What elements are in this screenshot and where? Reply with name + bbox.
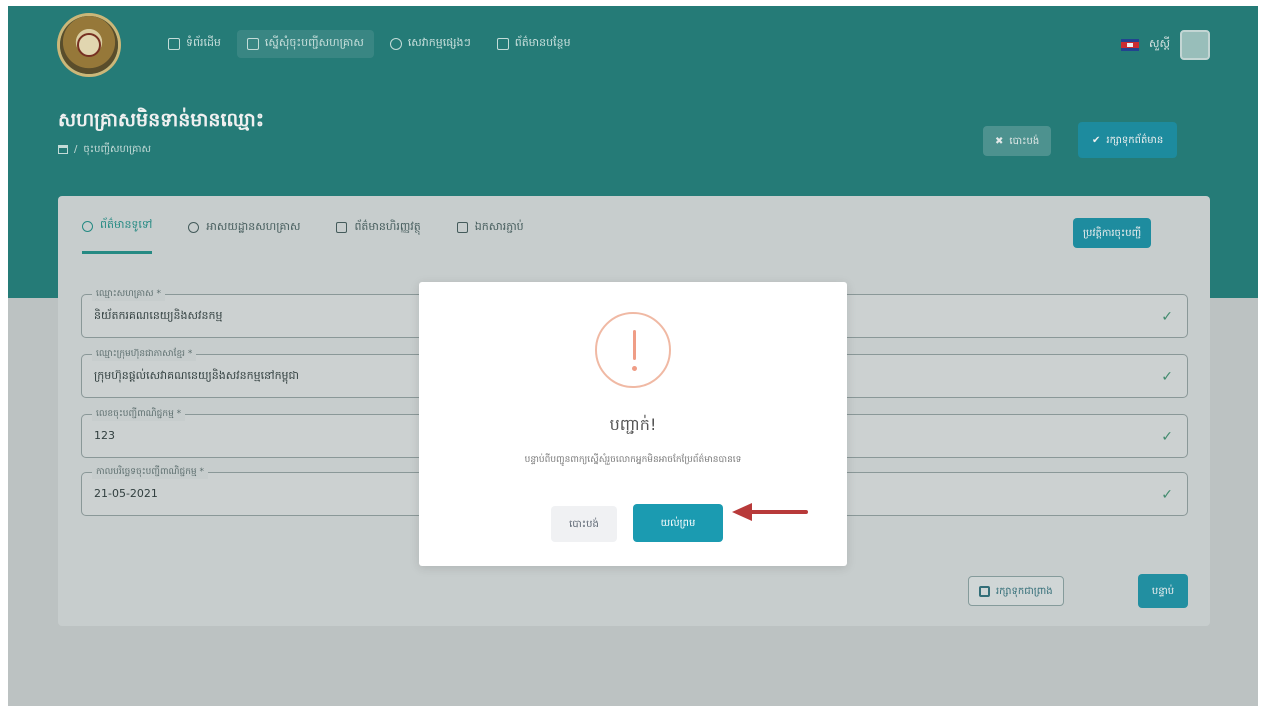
dialog-cancel-button[interactable]: បោះបង់ (551, 506, 617, 542)
warning-icon (595, 312, 671, 388)
dialog-title: បញ្ជាក់! (609, 415, 657, 434)
dialog-message: បន្ទាប់ពីបញ្ជូនពាក្យស្នើសុំរួចលោកអ្នកមិន… (524, 455, 742, 465)
dialog-confirm-button[interactable]: យល់ព្រម (633, 504, 723, 542)
app-window: ទំព័រដើម ស្នើសុំចុះបញ្ជីសហគ្រាស សេវាកម្ម… (8, 6, 1258, 706)
pointer-arrow-icon (732, 503, 808, 521)
